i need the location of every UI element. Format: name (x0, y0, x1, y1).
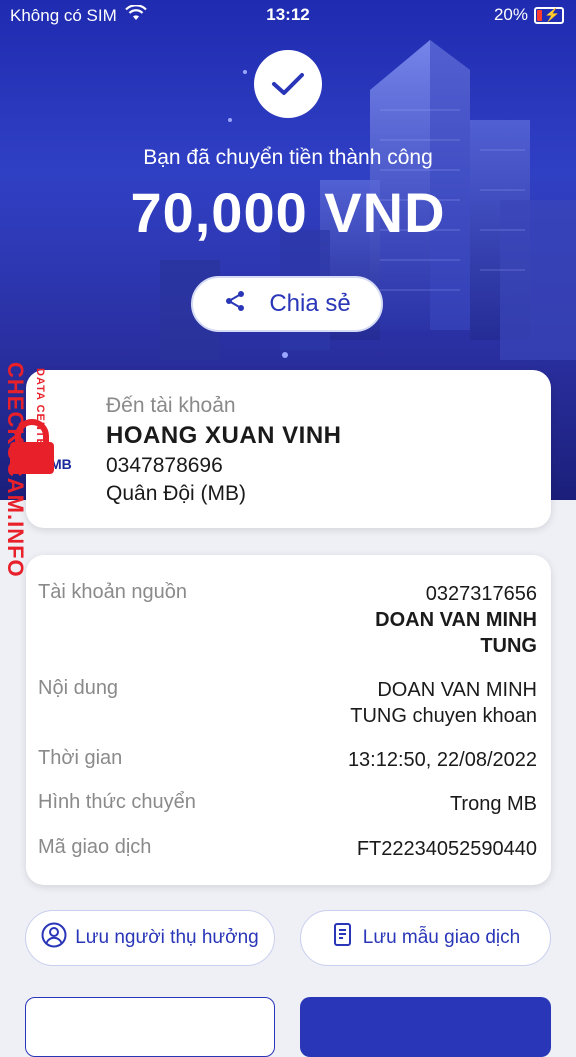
clock: 13:12 (266, 5, 310, 24)
status-bar: Không có SIM 13:12 20% ⚡ (0, 0, 576, 30)
source-name-line1: DOAN VAN MINH (375, 609, 537, 631)
mb-bank-logo: MB (50, 456, 72, 472)
user-icon (41, 922, 67, 954)
save-template-label: Lưu mẫu giao dịch (362, 927, 521, 948)
recipient-bank: Quân Đội (MB) (106, 482, 247, 505)
source-label: Tài khoản nguồn (38, 581, 188, 603)
secondary-action-button[interactable] (25, 997, 275, 1057)
recipient-account: 0347878696 (106, 454, 223, 477)
save-beneficiary-label: Lưu người thụ hưởng (75, 927, 259, 948)
share-icon (223, 289, 247, 320)
content-line1: DOAN VAN MINH (377, 679, 537, 701)
txn-label: Mã giao dịch (38, 836, 152, 858)
transfer-amount: 70,000 VND (130, 181, 446, 244)
success-check-icon (254, 50, 322, 118)
save-beneficiary-button[interactable]: Lưu người thụ hưởng (25, 910, 275, 966)
recipient-label: Đến tài khoản (106, 394, 236, 417)
source-account: 0327317656 (425, 583, 537, 605)
document-icon (331, 922, 355, 954)
success-message: Bạn đã chuyển tiền thành công (143, 146, 433, 169)
method-label: Hình thức chuyển (38, 791, 196, 813)
share-label: Chia sẻ (269, 290, 351, 317)
battery-percent: 20% (493, 5, 528, 24)
share-button[interactable]: Chia sẻ (191, 276, 383, 332)
time-value: 13:12:50, 22/08/2022 (347, 749, 537, 771)
watermark-text: CHECKSCAM.INFO (3, 362, 28, 578)
content-line2: TUNG chuyen khoan (350, 705, 537, 727)
source-name-line2: TUNG (480, 635, 537, 657)
save-template-button[interactable]: Lưu mẫu giao dịch (300, 910, 551, 966)
primary-action-button[interactable] (300, 997, 551, 1057)
recipient-card: Đến tài khoản HOANG XUAN VINH 0347878696… (26, 370, 551, 528)
time-label: Thời gian (38, 747, 123, 769)
watermark-subtext: DATA CENTER (34, 368, 46, 456)
battery-charging-icon: ⚡ (534, 6, 564, 24)
content-label: Nội dung (38, 677, 119, 699)
txn-value: FT22234052590440 (356, 838, 537, 860)
transaction-details-card: Tài khoản nguồn 0327317656 DOAN VAN MINH… (26, 555, 551, 885)
recipient-name: HOANG XUAN VINH (106, 422, 342, 449)
method-value: Trong MB (449, 793, 537, 815)
